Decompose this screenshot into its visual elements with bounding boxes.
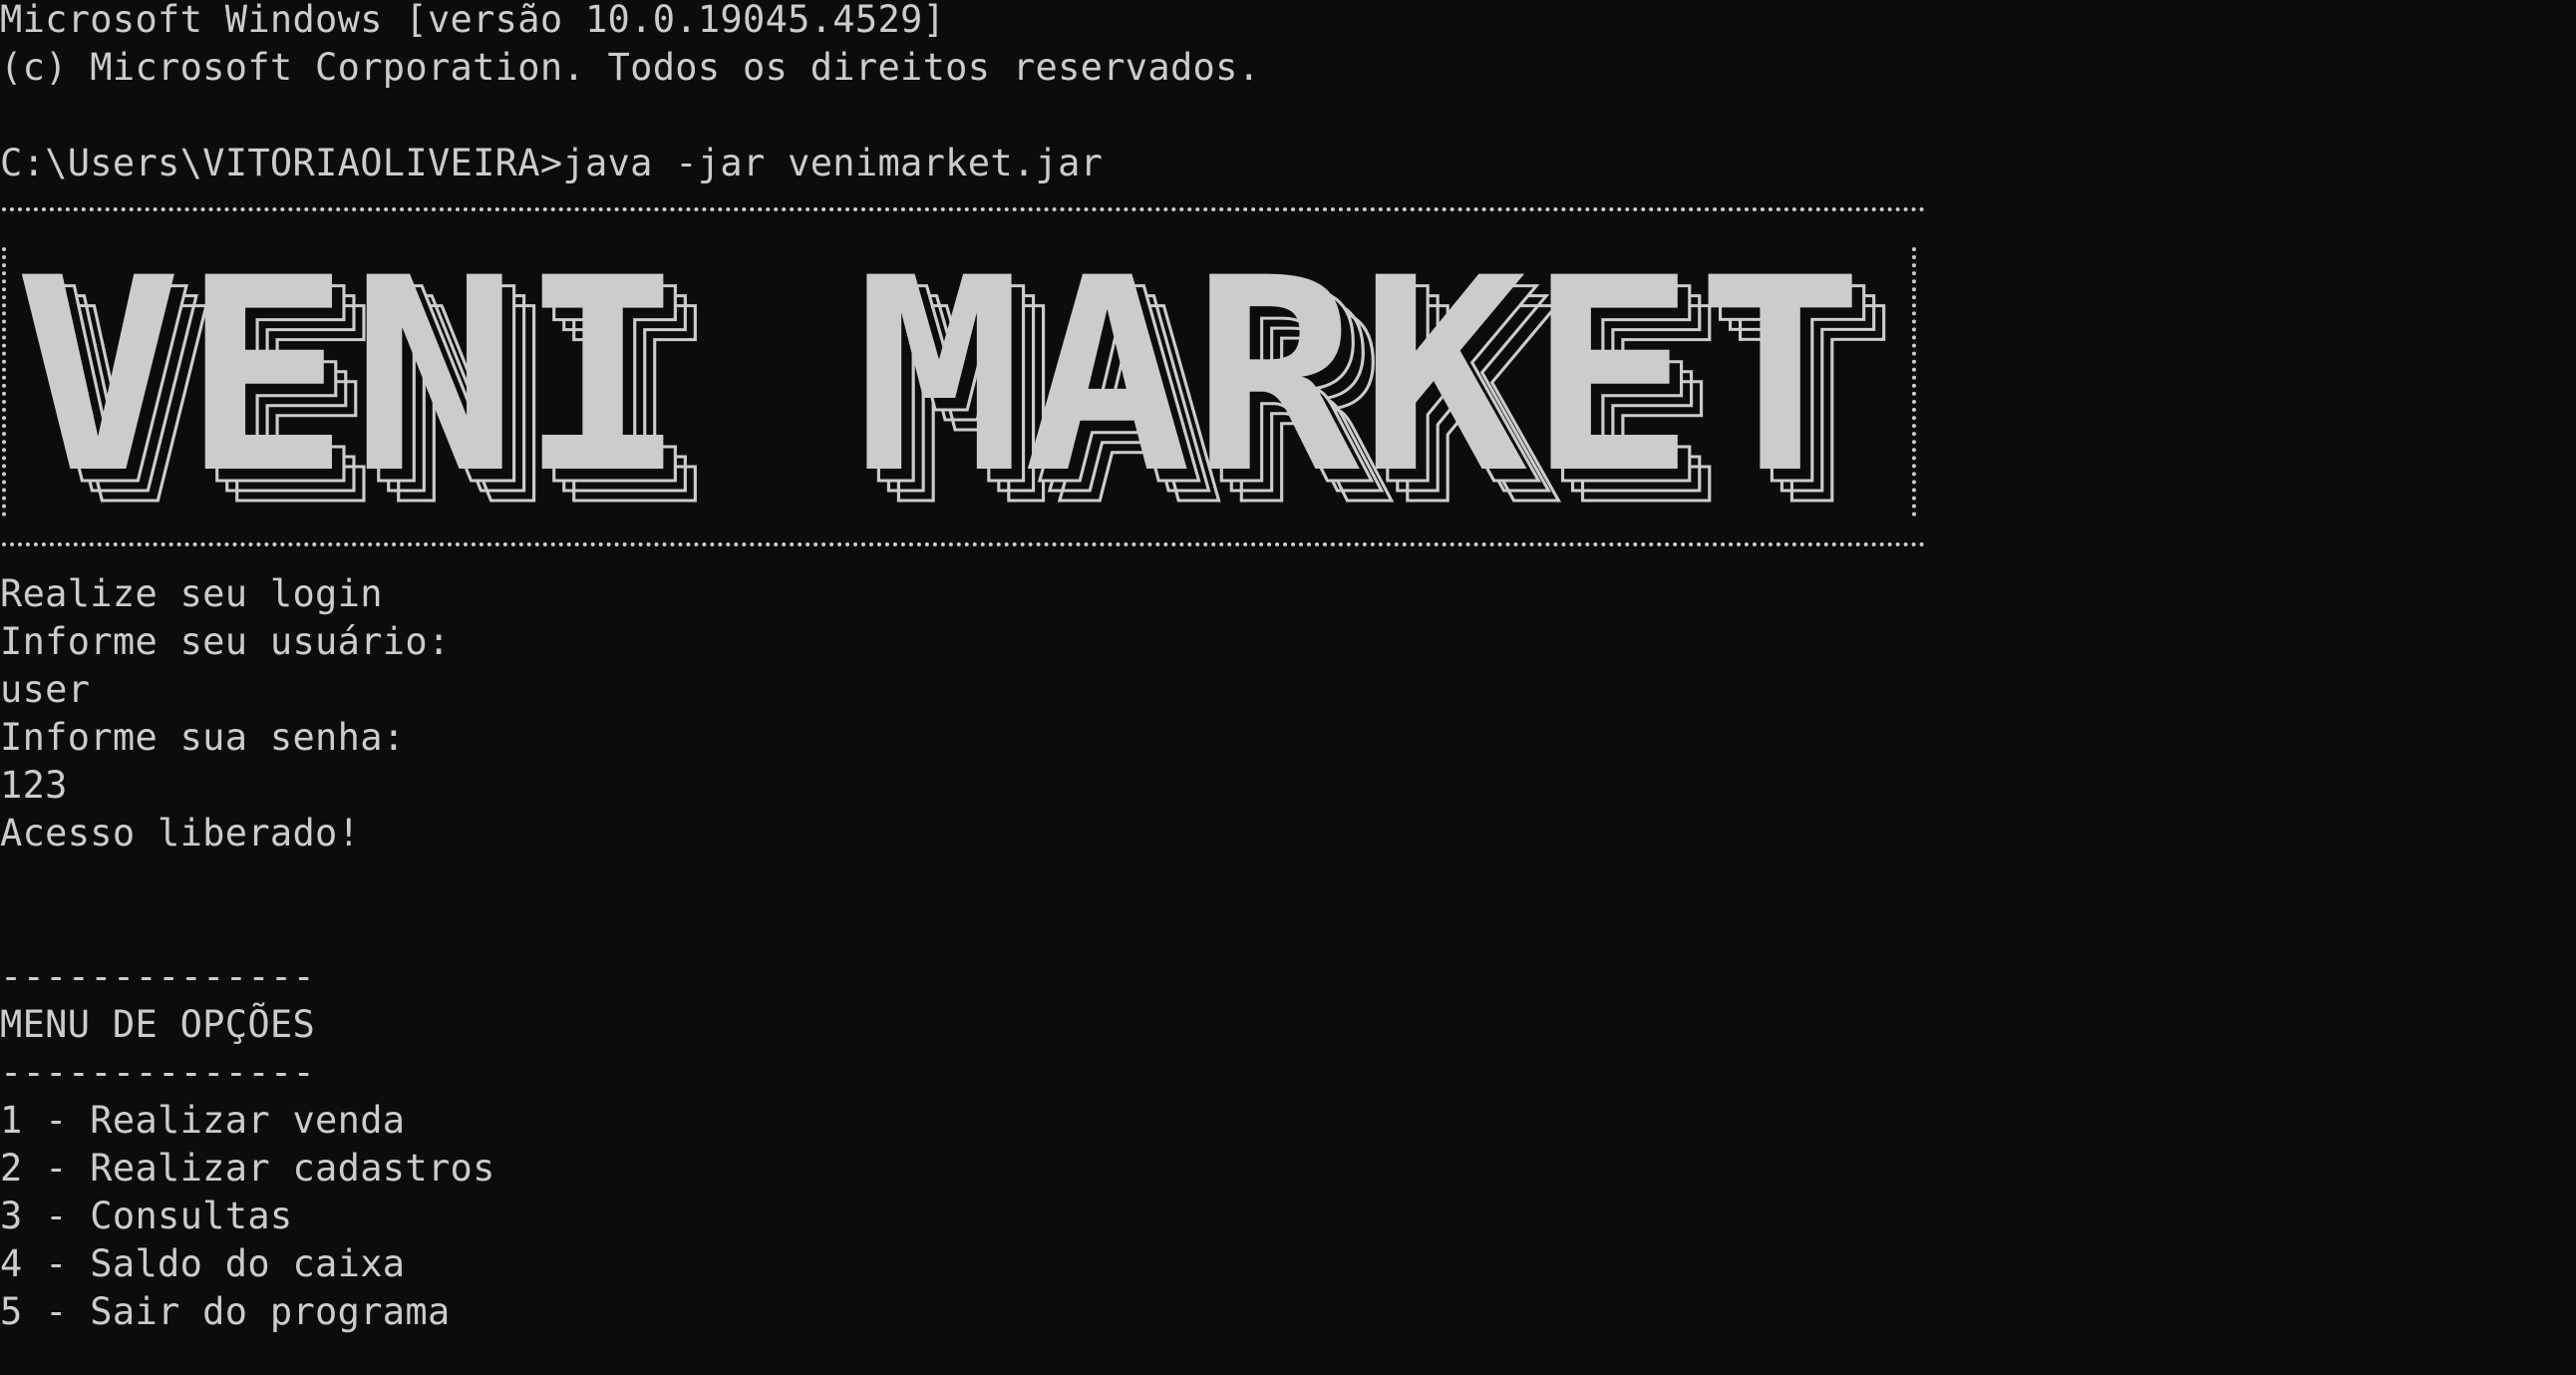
menu-title: MENU DE OPÇÕES bbox=[0, 1003, 316, 1046]
banner-bottom-border bbox=[2, 542, 1926, 546]
menu-separator-top: -------------- bbox=[0, 955, 316, 998]
command-line: C:\Users\VITORIAOLIVEIRA>java -jar venim… bbox=[0, 142, 1104, 184]
menu-item-realizar-cadastros: 2 - Realizar cadastros bbox=[0, 1147, 495, 1190]
password-input-value: 123 bbox=[0, 764, 68, 807]
banner-title: VENI MARKET bbox=[14, 229, 1864, 518]
menu-item-consultas: 3 - Consultas bbox=[0, 1195, 293, 1237]
banner-top-border bbox=[2, 207, 1926, 211]
menu-item-sair-programa: 5 - Sair do programa bbox=[0, 1290, 451, 1333]
banner-art: VENI MARKET VENI MARKET VENI MARKET VENI… bbox=[14, 229, 1898, 518]
menu-item-realizar-venda: 1 - Realizar venda bbox=[0, 1099, 406, 1142]
password-prompt: Informe sua senha: bbox=[0, 716, 406, 759]
menu-item-saldo-caixa: 4 - Saldo do caixa bbox=[0, 1242, 406, 1285]
login-result: Acesso liberado! bbox=[0, 812, 361, 855]
header-version-line: Microsoft Windows [versão 10.0.19045.452… bbox=[0, 0, 946, 41]
user-input-value: user bbox=[0, 668, 91, 711]
user-prompt: Informe seu usuário: bbox=[0, 620, 451, 663]
banner-right-border bbox=[1912, 247, 1916, 516]
login-prompt: Realize seu login bbox=[0, 572, 383, 615]
header-copyright-line: (c) Microsoft Corporation. Todos os dire… bbox=[0, 46, 1261, 89]
terminal-window[interactable]: { "terminal": { "header_line_1": "Micros… bbox=[0, 0, 2576, 1375]
menu-separator-bottom: -------------- bbox=[0, 1051, 316, 1094]
banner: VENI MARKET VENI MARKET VENI MARKET VENI… bbox=[6, 229, 1910, 518]
